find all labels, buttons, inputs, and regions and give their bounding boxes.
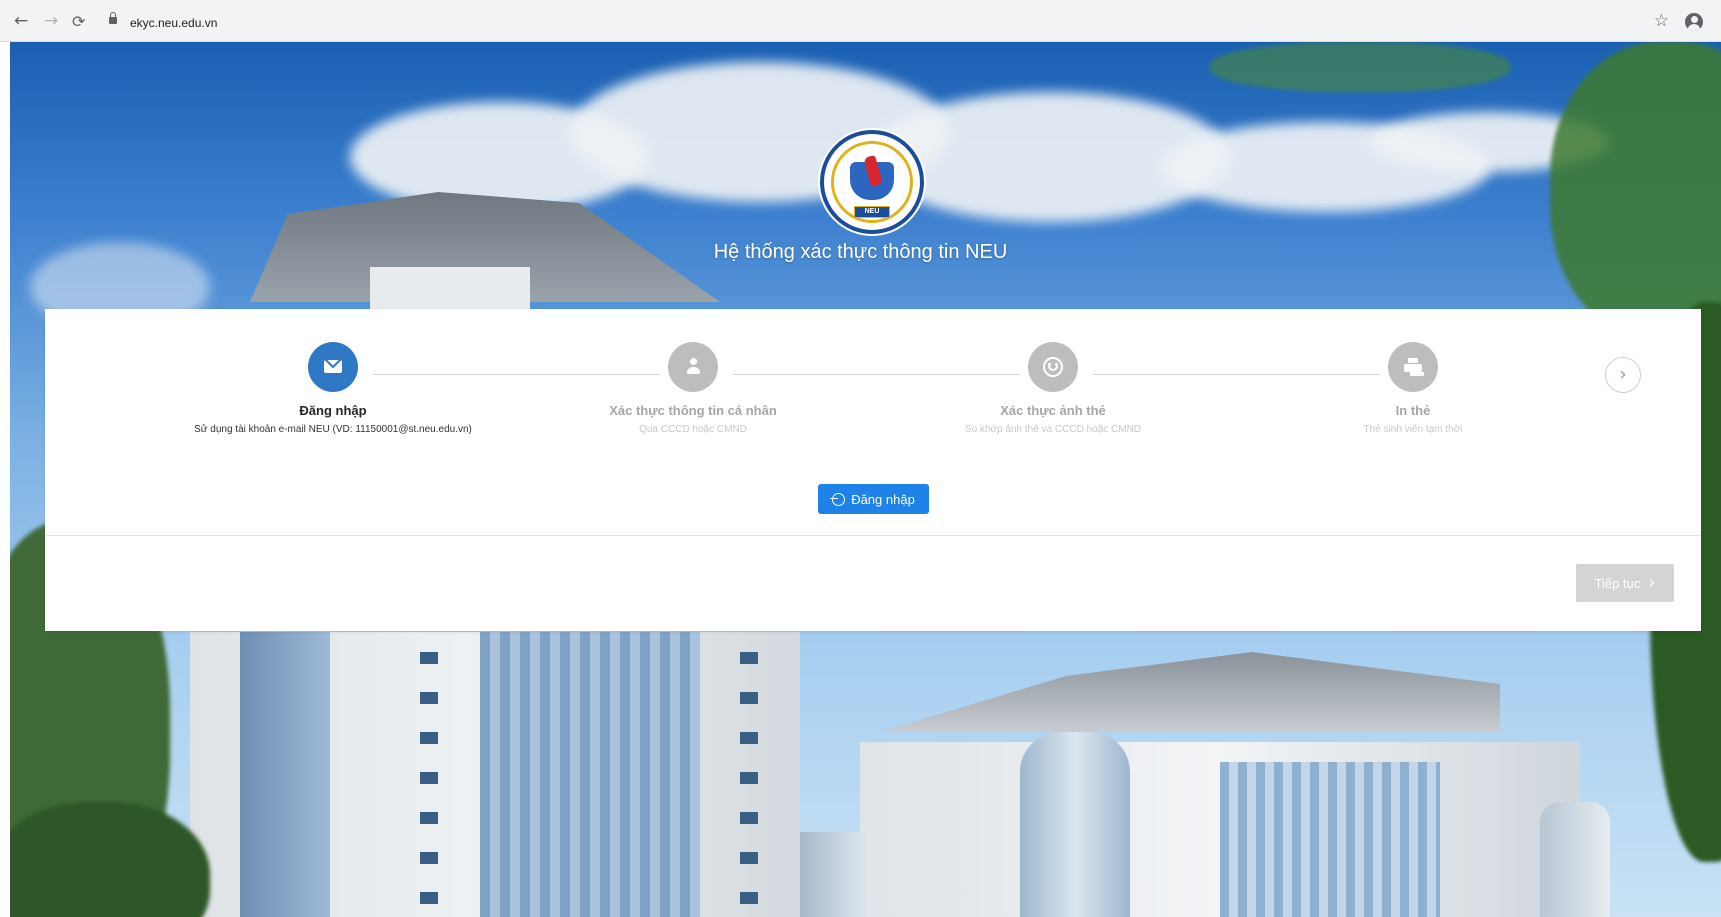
next-step-chevron-icon[interactable]: › xyxy=(1605,357,1641,393)
step-login-icon xyxy=(308,342,358,392)
user-icon xyxy=(687,358,700,376)
step-login-desc: Sử dụng tài khoản e-mail NEU (VD: 111500… xyxy=(194,424,472,435)
login-icon xyxy=(830,492,846,506)
step-connector xyxy=(733,374,1020,375)
account-icon[interactable] xyxy=(1685,13,1703,31)
page-title: Hệ thống xác thực thông tin NEU xyxy=(713,241,1008,263)
step-personal-info-title: Xác thực thông tin cá nhân xyxy=(609,403,777,418)
step-connector xyxy=(373,374,660,375)
address-bar[interactable]: ekyc.neu.edu.vn xyxy=(130,16,217,30)
step-photo-verify-desc: So khớp ảnh thẻ và CCCD hoặc CMND xyxy=(964,424,1142,435)
login-button-label: Đăng nhập xyxy=(851,491,915,507)
forward-icon[interactable]: → xyxy=(44,13,58,30)
chevron-right-icon: › xyxy=(1648,572,1656,593)
login-button[interactable]: Đăng nhập xyxy=(818,484,929,514)
bookmark-star-icon[interactable]: ☆ xyxy=(1654,13,1669,30)
step-personal-info-icon xyxy=(668,342,718,392)
neu-logo: NEU xyxy=(820,130,924,234)
lock-icon[interactable] xyxy=(109,12,117,24)
continue-button-label: Tiếp tục xyxy=(1594,575,1641,591)
back-icon[interactable]: ← xyxy=(14,13,28,30)
step-photo-verify-title: Xác thực ảnh thẻ xyxy=(1000,403,1106,418)
step-print-card-desc: Thẻ sinh viên tạm thời xyxy=(1363,424,1463,435)
verification-wizard-card: Đăng nhập Sử dụng tài khoản e-mail NEU (… xyxy=(45,309,1701,631)
browser-toolbar: ← → ⟳ ekyc.neu.edu.vn ☆ xyxy=(0,0,1721,42)
card-footer: Tiếp tục › xyxy=(45,535,1701,631)
continue-button[interactable]: Tiếp tục › xyxy=(1576,564,1674,602)
step-connector xyxy=(1093,374,1380,375)
smile-icon xyxy=(1043,357,1063,377)
printer-icon xyxy=(1404,358,1422,376)
step-print-card-title: In thẻ xyxy=(1395,403,1431,418)
mail-icon xyxy=(324,360,342,373)
step-login-title: Đăng nhập xyxy=(299,403,367,418)
step-photo-verify-icon xyxy=(1028,342,1078,392)
reload-icon[interactable]: ⟳ xyxy=(72,14,85,30)
step-personal-info-desc: Qua CCCD hoặc CMND xyxy=(639,424,747,435)
step-print-card-icon xyxy=(1388,342,1438,392)
